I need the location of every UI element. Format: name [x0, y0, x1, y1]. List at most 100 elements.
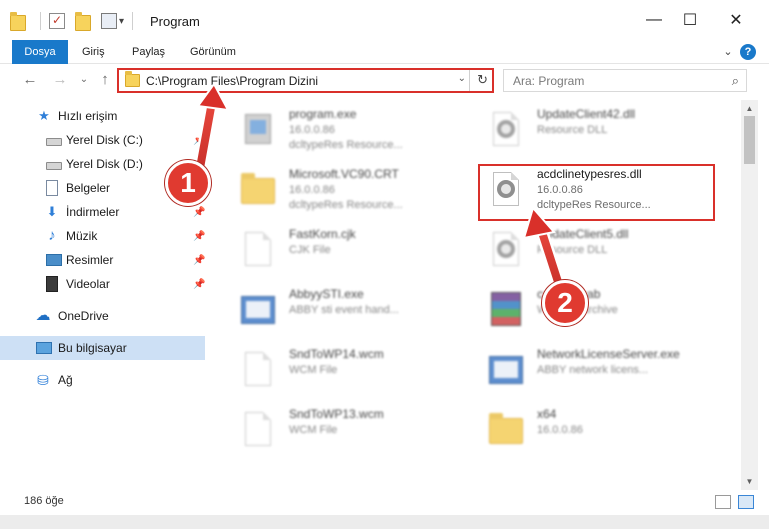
file-description: dcltypeRes Resource...: [289, 139, 403, 151]
properties-check-icon[interactable]: ✓: [49, 13, 65, 29]
large-icons-view-icon[interactable]: [738, 495, 754, 509]
sidebar-item-onedrive[interactable]: ☁ OneDrive: [0, 304, 205, 328]
tab-file[interactable]: Dosya: [12, 40, 68, 64]
tab-view[interactable]: Görünüm: [178, 40, 248, 64]
file-type: ABBY network licens...: [537, 364, 649, 376]
sidebar-item-this-pc[interactable]: Bu bilgisayar: [0, 336, 205, 360]
address-path[interactable]: C:\Program Files\Program Dizini: [146, 74, 318, 88]
dll-gear-icon: [487, 110, 523, 150]
pin-icon[interactable]: 📌: [193, 135, 205, 146]
file-tile[interactable]: UpdateClient42.dll Resource DLL: [479, 102, 719, 154]
scroll-down-icon[interactable]: ▼: [741, 473, 758, 490]
file-tile[interactable]: UpdateClient5.dll Resource DLL: [479, 222, 719, 274]
file-list: program.exe 16.0.0.86 dcltypeRes Resourc…: [211, 100, 741, 490]
address-bar[interactable]: C:\Program Files\Program Dizini ⌄ ↻: [117, 68, 494, 93]
refresh-icon[interactable]: ↻: [477, 72, 488, 88]
music-icon: ♪: [48, 227, 56, 244]
sidebar-item-music[interactable]: ♪ Müzik 📌: [0, 224, 205, 248]
file-type: WCM File: [289, 364, 338, 376]
file-tile[interactable]: SndToWP14.wcm WCM File: [231, 342, 471, 394]
recent-locations-button[interactable]: ⌄: [74, 70, 94, 90]
pin-icon[interactable]: 📌: [193, 207, 205, 218]
address-dropdown-icon[interactable]: ⌄: [458, 73, 466, 84]
search-input[interactable]: Ara: Program: [513, 74, 584, 88]
file-tile[interactable]: program.exe 16.0.0.86 dcltypeRes Resourc…: [231, 102, 471, 154]
file-tile[interactable]: AbbyySTI.exe ABBY sti event hand...: [231, 282, 471, 334]
file-name: x64: [537, 407, 557, 421]
sidebar-item-label: Videolar: [66, 277, 110, 291]
search-box[interactable]: Ara: Program ⌕: [503, 69, 747, 92]
file-tile[interactable]: x64 16.0.0.86: [479, 402, 719, 454]
file-name: UpdateClient5.dll: [537, 227, 629, 241]
file-version: 16.0.0.86: [537, 424, 583, 436]
scroll-thumb[interactable]: [744, 116, 755, 164]
separator: [469, 70, 470, 91]
forward-button[interactable]: →: [50, 70, 70, 90]
archive-icon: [487, 290, 523, 330]
file-tile[interactable]: Microsoft.VC90.CRT 16.0.0.86 dcltypeRes …: [231, 162, 471, 214]
vertical-scrollbar[interactable]: ▲ ▼: [741, 100, 758, 490]
sidebar-item-label: Yerel Disk (C:): [66, 133, 143, 147]
bottom-strip: [0, 515, 769, 529]
network-icon: ⛁: [37, 372, 49, 388]
window-title: Program: [150, 14, 200, 29]
app-icon: [487, 350, 523, 390]
separator: [40, 12, 41, 30]
pin-icon[interactable]: 📌: [193, 231, 205, 242]
sidebar-item-label: OneDrive: [58, 309, 109, 323]
sidebar-item-label: Bu bilgisayar: [58, 341, 127, 355]
sidebar-item-label: Yerel Disk (D:): [66, 157, 143, 171]
file-tile[interactable]: FastKorn.cjk CJK File: [231, 222, 471, 274]
sidebar-item-label: Ağ: [58, 373, 73, 387]
cloud-icon: ☁: [35, 307, 51, 324]
ribbon-tabs: Dosya Giriş Paylaş Görünüm ⌄ ?: [0, 40, 769, 64]
dll-gear-icon: [487, 230, 523, 270]
file-description: dcltypeRes Resource...: [289, 199, 403, 211]
maximize-button[interactable]: ☐: [667, 0, 713, 40]
file-name: program.exe: [289, 107, 357, 121]
quick-access-toolbar: ✓ ▾: [10, 11, 141, 31]
sidebar-item-quick-access[interactable]: ★ Hızlı erişim: [0, 104, 205, 128]
file-tile[interactable]: cabfiles.cab WinRAR archive: [479, 282, 719, 334]
sidebar-item-pictures[interactable]: Resimler 📌: [0, 248, 205, 272]
star-icon: ★: [38, 108, 50, 123]
pin-icon[interactable]: 📌: [193, 255, 205, 266]
scroll-up-icon[interactable]: ▲: [741, 100, 758, 117]
sidebar-item-downloads[interactable]: ⬇ İndirmeler 📌: [0, 200, 206, 224]
file-name: SndToWP14.wcm: [289, 347, 384, 361]
file-version: 16.0.0.86: [289, 184, 335, 196]
search-icon[interactable]: ⌕: [732, 73, 739, 89]
quick-access-dropdown-icon[interactable]: ▾: [119, 16, 124, 27]
sidebar-item-videos[interactable]: Videolar 📌: [0, 272, 205, 296]
close-button[interactable]: ✕: [713, 0, 759, 40]
folder-icon: [10, 12, 26, 31]
file-name: AbbyySTI.exe: [289, 287, 364, 301]
file-icon: [239, 410, 275, 450]
details-view-icon[interactable]: [715, 495, 731, 509]
file-type: WCM File: [289, 424, 338, 436]
folder-icon: [125, 71, 140, 87]
sidebar-item-label: Müzik: [66, 229, 98, 243]
pin-icon[interactable]: 📌: [193, 279, 205, 290]
tab-share[interactable]: Paylaş: [120, 40, 177, 64]
back-button[interactable]: ←: [20, 70, 40, 90]
view-properties-icon[interactable]: [101, 13, 117, 29]
expand-ribbon-icon[interactable]: ⌄: [720, 44, 736, 60]
new-folder-icon[interactable]: [75, 12, 91, 31]
up-button[interactable]: ↑: [95, 70, 115, 90]
file-tile[interactable]: NetworkLicenseServer.exe ABBY network li…: [479, 342, 719, 394]
file-tile[interactable]: SndToWP13.wcm WCM File: [231, 402, 471, 454]
video-icon: [46, 276, 58, 292]
file-name: Microsoft.VC90.CRT: [289, 167, 399, 181]
app-icon: [239, 290, 275, 330]
download-icon: ⬇: [46, 204, 58, 219]
tab-home[interactable]: Giriş: [70, 40, 117, 64]
sidebar-item-network[interactable]: ⛁ Ağ: [0, 368, 205, 392]
picture-icon: [46, 254, 62, 266]
folder-icon: [239, 170, 275, 210]
computer-icon: [36, 342, 52, 354]
file-name: UpdateClient42.dll: [537, 107, 636, 121]
sidebar-item-local-disk-c[interactable]: Yerel Disk (C:) 📌: [0, 128, 205, 152]
file-name: FastKorn.cjk: [289, 227, 356, 241]
help-icon[interactable]: ?: [740, 44, 756, 60]
